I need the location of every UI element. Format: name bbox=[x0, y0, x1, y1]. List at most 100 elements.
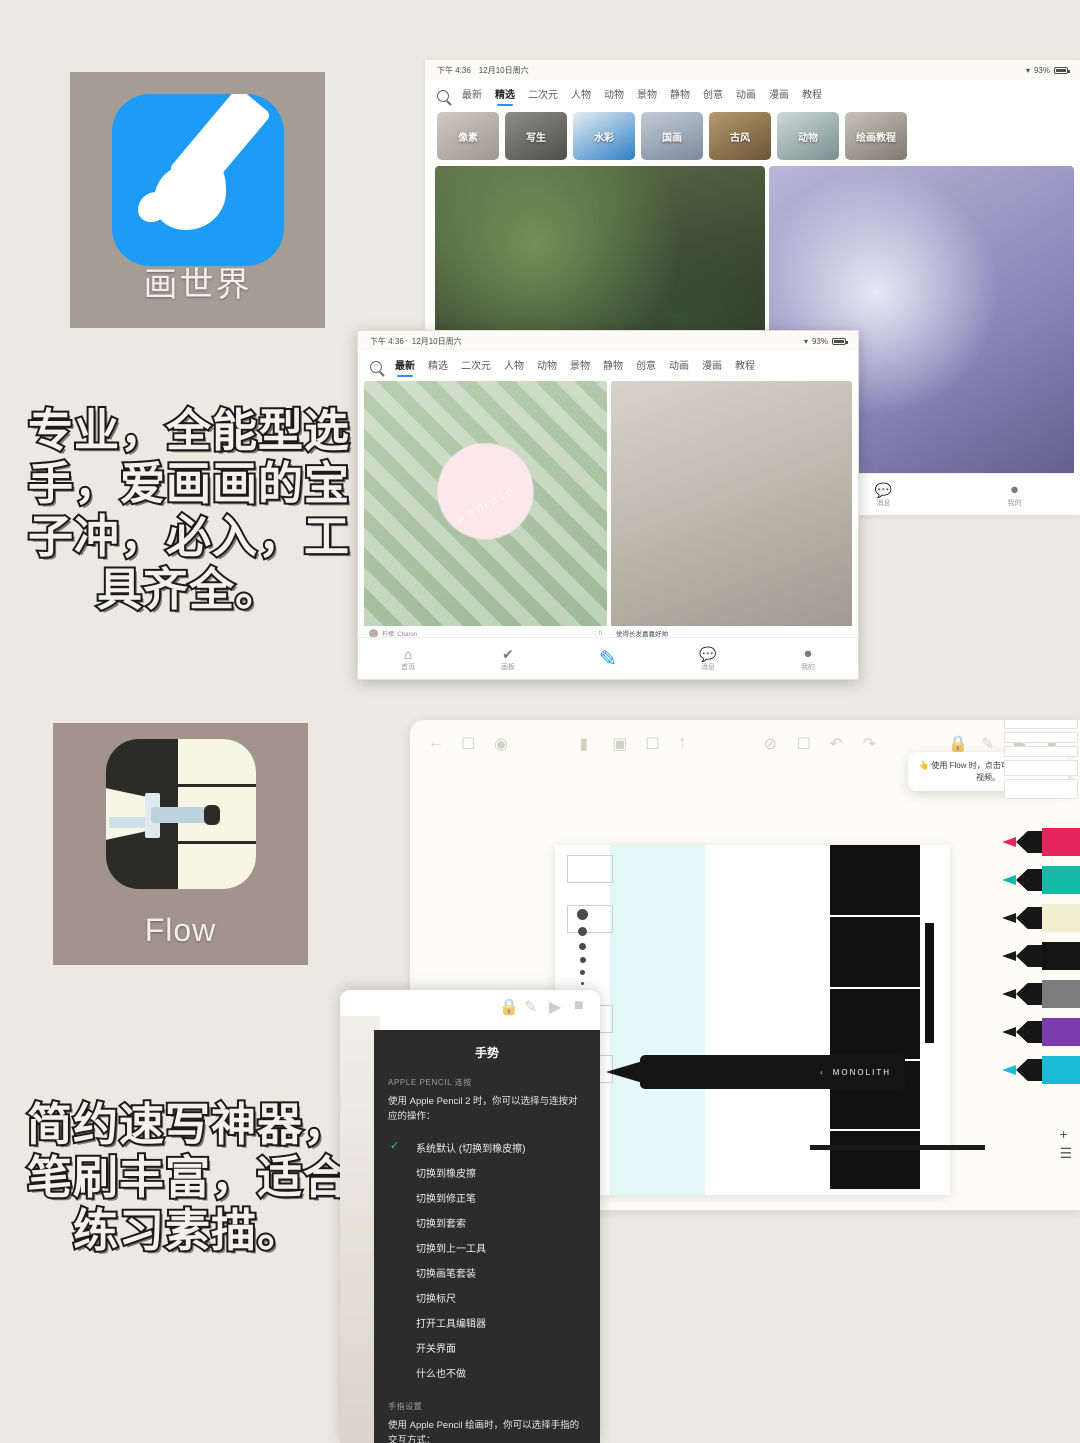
status-date-overlay: 12月10日周六 bbox=[411, 336, 462, 346]
add-tool-button[interactable]: + ☰ bbox=[1059, 1125, 1072, 1164]
marker-6[interactable] bbox=[1002, 1053, 1080, 1087]
toggle-icon[interactable]: ◉ bbox=[494, 734, 509, 753]
lock-icon[interactable]: 🔒 bbox=[948, 734, 968, 753]
gestures-toolbar[interactable]: 🔒 ✎ ▶ ■ bbox=[340, 990, 600, 1016]
pencil-option-3[interactable]: 切换到套索 bbox=[374, 1210, 600, 1235]
status-time: 下午 4:36 bbox=[437, 65, 471, 75]
crop-icon[interactable]: ☐ bbox=[797, 734, 812, 753]
selected-pen-monolith[interactable]: ‹ MONOLITH bbox=[640, 1055, 905, 1089]
like-count[interactable]: ♡ 0 bbox=[592, 630, 602, 637]
category-chip-4[interactable]: 古风 bbox=[709, 112, 771, 160]
chevron-left-icon[interactable]: ‹ bbox=[820, 1068, 825, 1077]
search-icon[interactable] bbox=[437, 90, 449, 102]
grid-icon[interactable]: ▮ bbox=[579, 734, 594, 753]
category-chip-0[interactable]: 像素 bbox=[437, 112, 499, 160]
nav-tab-o-9[interactable]: 漫画 bbox=[702, 357, 722, 377]
feed-post-sketch[interactable]: 觉得长发嘉嘉好帅 就画了幅… 爱锰鸡的栀子 ♡ 0 bbox=[610, 381, 852, 679]
pencil-option-8[interactable]: 开关界面 bbox=[374, 1335, 600, 1360]
tab-profile[interactable]: ⚫ 我的 bbox=[949, 482, 1080, 508]
undo-icon[interactable]: ↶ bbox=[830, 734, 845, 753]
category-chip-3[interactable]: 国画 bbox=[641, 112, 703, 160]
nav-tab-8[interactable]: 动画 bbox=[736, 86, 756, 106]
pen-icon[interactable]: ✎ bbox=[524, 997, 537, 1016]
brush-size-scale[interactable] bbox=[577, 909, 588, 1001]
nav-tab-9[interactable]: 漫画 bbox=[769, 86, 789, 106]
category-chip-1[interactable]: 写生 bbox=[505, 112, 567, 160]
lock-icon[interactable]: 🔒 bbox=[499, 997, 519, 1016]
marker-palette[interactable] bbox=[1002, 825, 1080, 1091]
marker-4[interactable] bbox=[1002, 977, 1080, 1011]
nav-tab-o-2[interactable]: 二次元 bbox=[461, 357, 491, 377]
tab-create[interactable]: ✎ bbox=[558, 647, 658, 669]
black-block-stack bbox=[830, 845, 920, 1195]
nav-tab-o-6[interactable]: 静物 bbox=[603, 357, 623, 377]
pencil-option-6[interactable]: 切换标尺 bbox=[374, 1285, 600, 1310]
marker-2[interactable] bbox=[1002, 901, 1080, 935]
tool-sheet-stack[interactable] bbox=[1004, 720, 1078, 802]
pencil-option-0[interactable]: ✓ 系统默认 (切换到橡皮擦) bbox=[374, 1135, 600, 1160]
share-icon[interactable]: ■ bbox=[574, 997, 586, 1014]
tab-home[interactable]: ⌂ 首页 bbox=[358, 646, 458, 672]
marker-1[interactable] bbox=[1002, 863, 1080, 897]
flow-canvas-artboard[interactable]: ‹ MONOLITH bbox=[555, 845, 985, 1195]
nav-tab-3[interactable]: 人物 bbox=[571, 86, 591, 106]
nav-tab-o-5[interactable]: 景物 bbox=[570, 357, 590, 377]
nav-tab-o-10[interactable]: 教程 bbox=[735, 357, 755, 377]
no-symbol-icon[interactable]: ⊘ bbox=[764, 734, 779, 753]
category-chip-2[interactable]: 水彩 bbox=[573, 112, 635, 160]
redo-icon[interactable]: ↷ bbox=[863, 734, 878, 753]
nav-tab-o-0[interactable]: 最新 bbox=[395, 357, 415, 377]
play-icon[interactable]: ▶ bbox=[549, 997, 561, 1016]
nib-option-wedge-icon[interactable] bbox=[567, 905, 613, 933]
pencil-option-9[interactable]: 什么也不做 bbox=[374, 1360, 600, 1385]
app-icon-tile-huashijie[interactable]: 画世界 bbox=[70, 72, 325, 328]
tab-board[interactable]: ✔ 画板 bbox=[458, 646, 558, 672]
bottom-tab-bar-overlay[interactable]: ⌂ 首页 ✔ 画板 ✎ 💬 消息 ⚫ 我的 bbox=[358, 637, 858, 679]
nav-tab-o-4[interactable]: 动物 bbox=[537, 357, 557, 377]
nav-tab-o-7[interactable]: 创意 bbox=[636, 357, 656, 377]
tab-profile-overlay[interactable]: ⚫ 我的 bbox=[758, 646, 858, 672]
nav-tab-o-1[interactable]: 精选 bbox=[428, 357, 448, 377]
search-icon[interactable] bbox=[370, 361, 382, 373]
marker-0[interactable] bbox=[1002, 825, 1080, 859]
page-icon[interactable]: ☐ bbox=[461, 734, 476, 753]
nav-tab-o-3[interactable]: 人物 bbox=[504, 357, 524, 377]
tab-messages-overlay[interactable]: 💬 消息 bbox=[658, 646, 758, 672]
nib-option-chisel-icon[interactable] bbox=[567, 855, 613, 883]
nav-tab-4[interactable]: 动物 bbox=[604, 86, 624, 106]
gestures-settings-panel[interactable]: 手势 APPLE PENCIL 连按 使用 Apple Pencil 2 时，你… bbox=[374, 1030, 600, 1443]
nav-tab-1[interactable]: 精选 bbox=[495, 86, 515, 106]
nav-tab-o-8[interactable]: 动画 bbox=[669, 357, 689, 377]
pencil-option-2[interactable]: 切换到修正笔 bbox=[374, 1185, 600, 1210]
pencil-option-5[interactable]: 切换画笔套装 bbox=[374, 1260, 600, 1285]
export-up-icon[interactable]: ↑ bbox=[678, 734, 693, 751]
finger-section-label: 手指设置 bbox=[388, 1402, 423, 1412]
category-chip-6[interactable]: 绘画教程 bbox=[845, 112, 907, 160]
nav-tab-7[interactable]: 创意 bbox=[703, 86, 723, 106]
nav-tabs[interactable]: 最新 精选 二次元 人物 动物 景物 静物 创意 动画 漫画 教程 bbox=[425, 80, 1080, 106]
nav-tab-6[interactable]: 静物 bbox=[670, 86, 690, 106]
file-icon[interactable]: ☐ bbox=[645, 734, 660, 753]
marker-5[interactable] bbox=[1002, 1015, 1080, 1049]
nav-tab-0[interactable]: 最新 bbox=[462, 86, 482, 106]
marker-3[interactable] bbox=[1002, 939, 1080, 973]
finger-description: 使用 Apple Pencil 绘画时，你可以选择手指的交互方式： bbox=[388, 1420, 580, 1443]
nav-tabs-overlay[interactable]: 最新 精选 二次元 人物 动物 景物 静物 创意 动画 漫画 教程 bbox=[358, 351, 858, 377]
feed-post-anime[interactable]: Sample 柠檬_Charon ♡ 0 bbox=[364, 381, 607, 679]
status-bar: 下午 4:36 12月10日周六 ▾ 93% bbox=[425, 60, 1080, 80]
app-icon-tile-flow[interactable]: Flow bbox=[53, 723, 308, 965]
category-chip-row[interactable]: 像素 写生 水彩 国画 古风 动物 绘画教程 bbox=[425, 106, 1080, 166]
pencil-option-7[interactable]: 打开工具编辑器 bbox=[374, 1310, 600, 1335]
menu-icon[interactable]: ☰ bbox=[1059, 1144, 1072, 1164]
screenshot-flow-gestures: 🔒 ✎ ▶ ■ 手势 APPLE PENCIL 连按 使用 Apple Penc… bbox=[340, 990, 600, 1443]
image-icon[interactable]: ▣ bbox=[612, 734, 627, 753]
home-icon: ⌂ bbox=[403, 645, 413, 662]
pencil-option-1[interactable]: 切换到橡皮擦 bbox=[374, 1160, 600, 1185]
pencil-option-4[interactable]: 切换到上一工具 bbox=[374, 1235, 600, 1260]
nav-tab-2[interactable]: 二次元 bbox=[528, 86, 558, 106]
back-arrow-icon[interactable]: ← bbox=[428, 734, 444, 751]
category-chip-5[interactable]: 动物 bbox=[777, 112, 839, 160]
nav-tab-5[interactable]: 景物 bbox=[637, 86, 657, 106]
pen-icon[interactable]: ✎ bbox=[981, 734, 996, 753]
nav-tab-10[interactable]: 教程 bbox=[802, 86, 822, 106]
